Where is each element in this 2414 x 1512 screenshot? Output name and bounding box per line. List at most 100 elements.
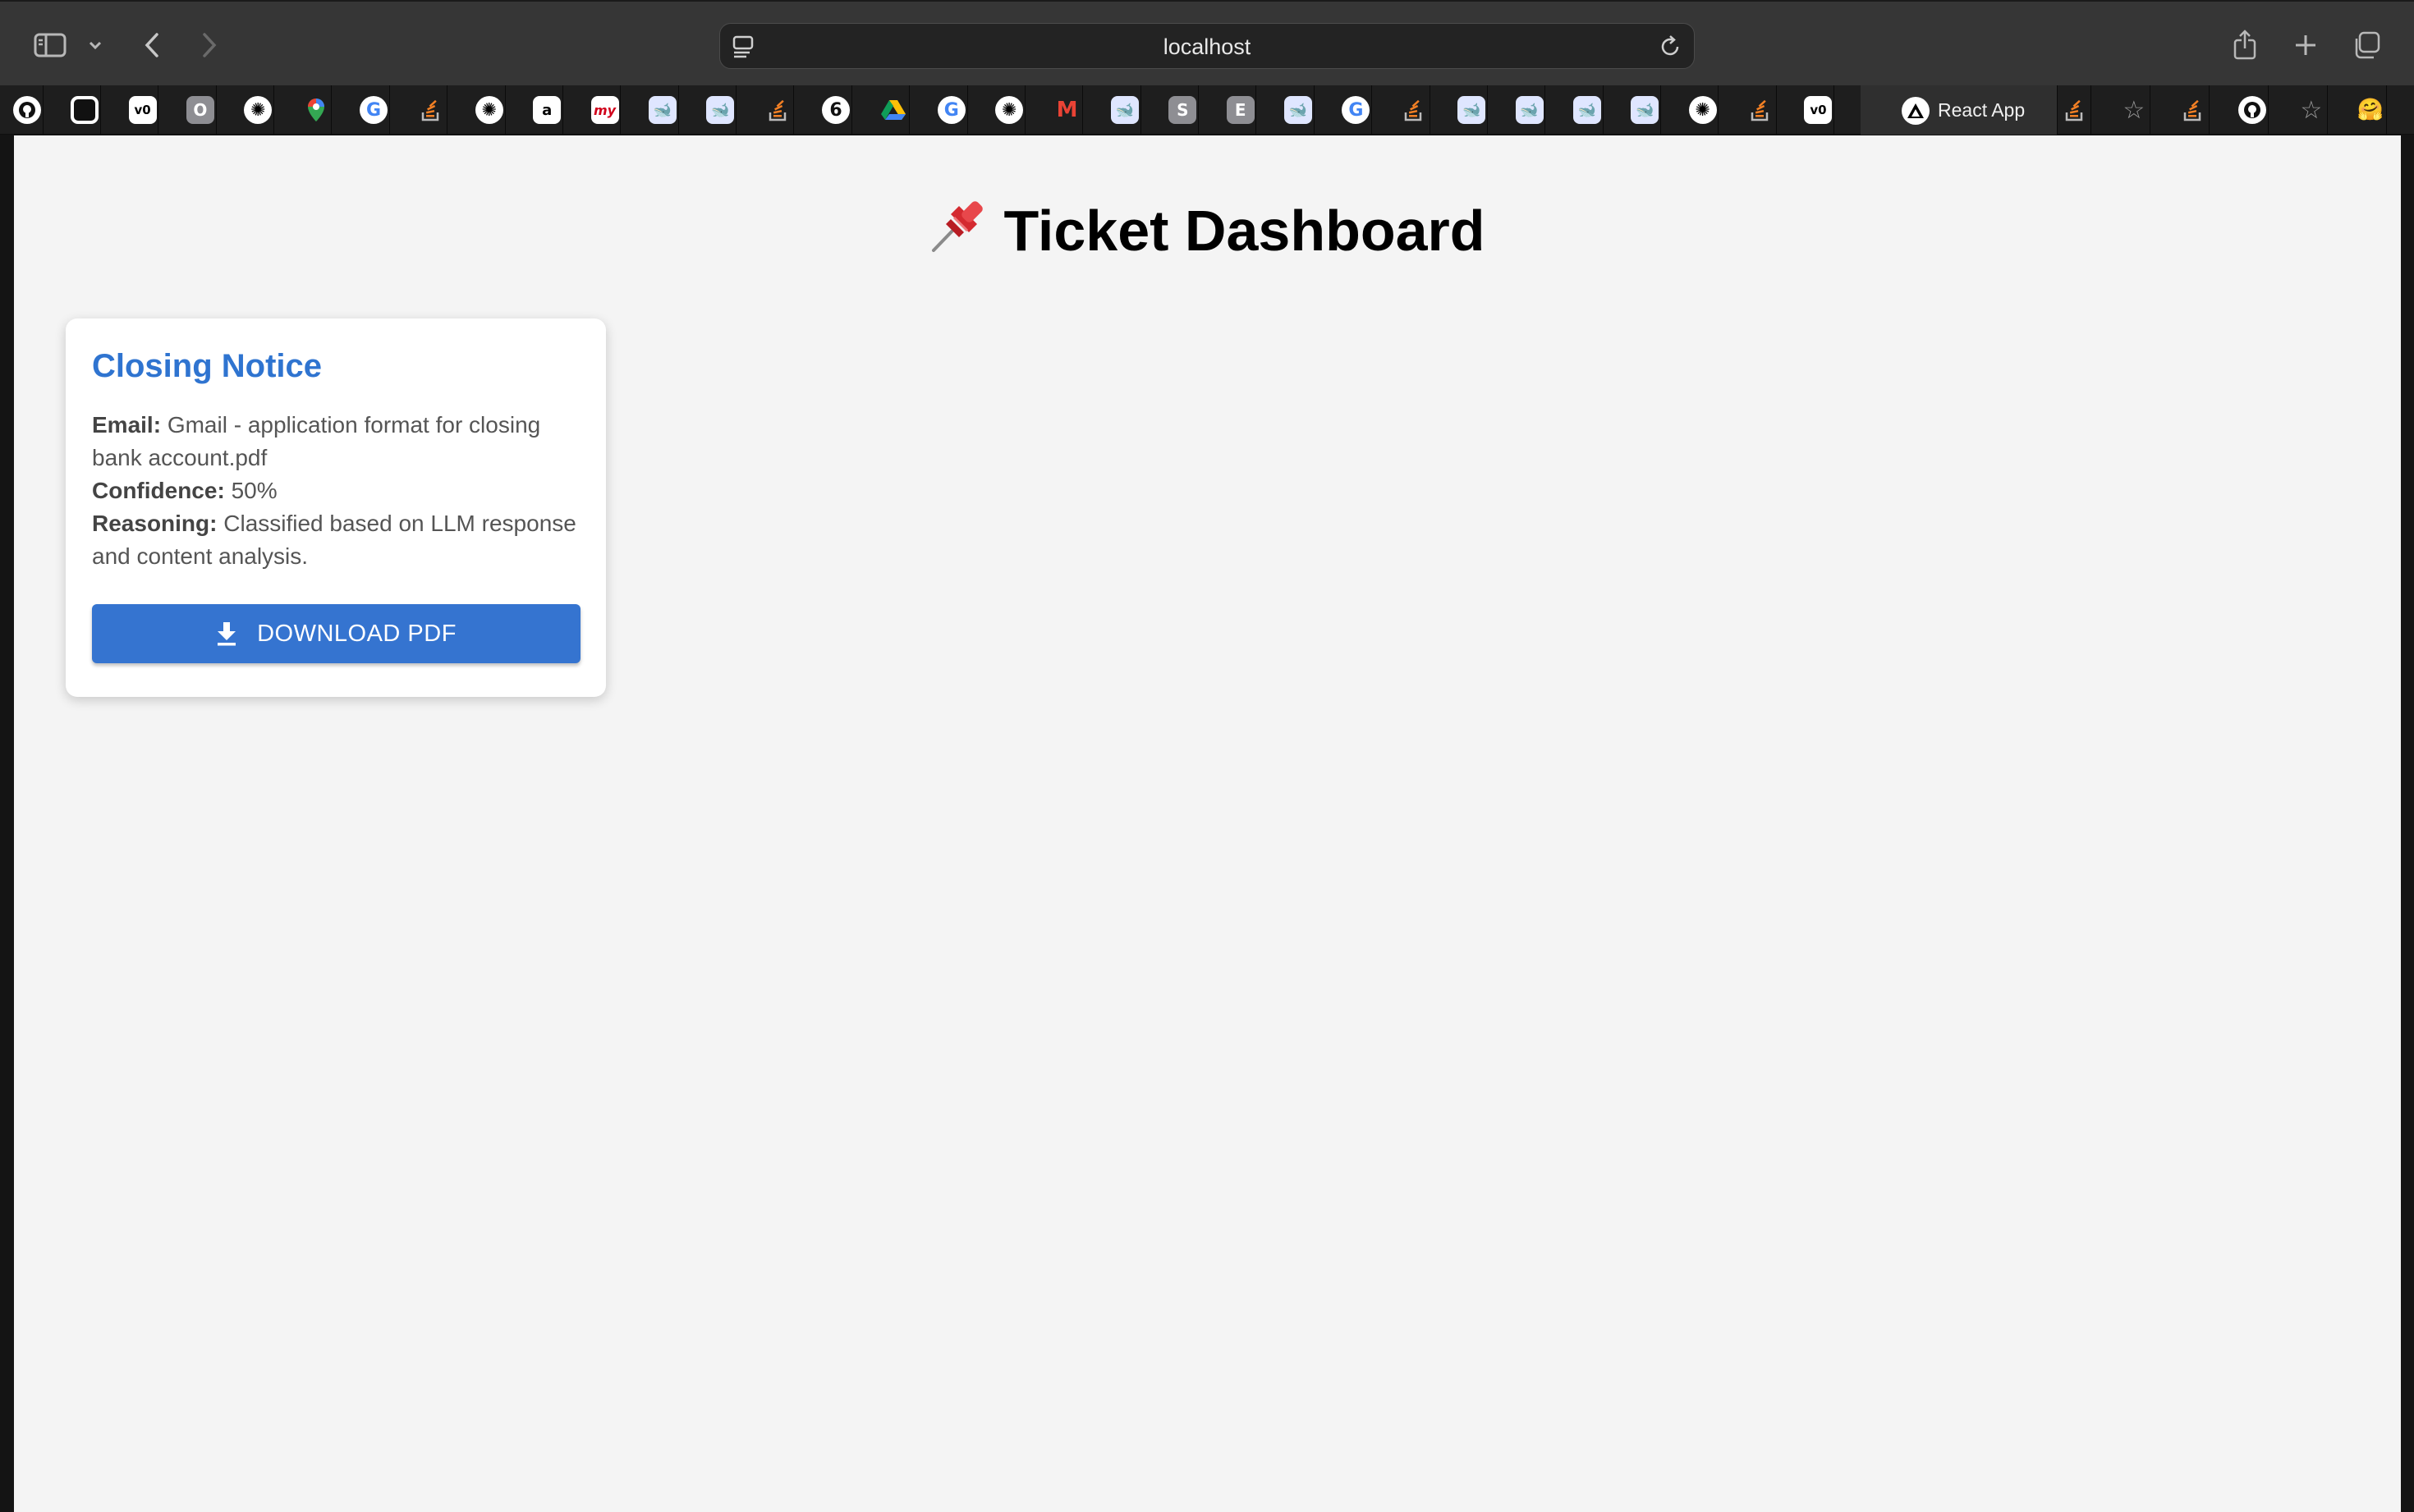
drive-tab[interactable] (879, 85, 911, 135)
star-icon: ☆ (2300, 95, 2323, 125)
google-tab[interactable]: G (1341, 85, 1373, 135)
stackoverflow-icon (764, 96, 792, 124)
deepseek-tab[interactable]: 🐋 (1514, 85, 1546, 135)
stackoverflow-tab[interactable] (2178, 85, 2210, 135)
ticket-confidence-row: Confidence: 50% (92, 474, 585, 507)
deepseek-tab[interactable]: 🐋 (647, 85, 679, 135)
ring-icon (71, 96, 99, 124)
deepseek-icon: 🐋 (648, 96, 677, 124)
react-app-favicon-icon (1902, 97, 1930, 125)
a-tab[interactable]: a (531, 85, 563, 135)
star-icon: ☆ (2123, 95, 2146, 125)
email-label: Email: (92, 412, 162, 438)
my-tab[interactable]: my (590, 85, 622, 135)
star-tab[interactable]: ☆ (2118, 85, 2150, 135)
page-content: Ticket Dashboard Closing Notice Email: G… (14, 135, 2401, 1512)
google-icon: G (1342, 96, 1370, 124)
chatgpt-tab[interactable]: ✺ (243, 85, 275, 135)
reload-icon[interactable] (1659, 34, 1682, 63)
ticket-title: Closing Notice (92, 348, 323, 384)
github-icon (2237, 96, 2266, 124)
o-icon: O (186, 96, 214, 124)
s-tab[interactable]: S (1168, 85, 1200, 135)
my-icon: my (590, 96, 619, 124)
address-bar[interactable]: localhost (719, 23, 1695, 69)
maps-tab[interactable] (301, 85, 333, 135)
stackoverflow-icon (417, 96, 445, 124)
tab-label: React App (1938, 99, 2026, 121)
stackoverflow-tab[interactable] (763, 85, 795, 135)
page-title-text: Ticket Dashboard (1003, 199, 1485, 263)
v0-tab[interactable]: v0 (1803, 85, 1835, 135)
github-tab[interactable] (11, 85, 44, 135)
stackoverflow-icon (1746, 96, 1774, 124)
v0-icon: v0 (128, 96, 157, 124)
six-tab[interactable]: 6 (820, 85, 852, 135)
chatgpt-tab[interactable]: ✺ (474, 85, 506, 135)
six-icon: 6 (822, 96, 851, 124)
ticket-reasoning-row: Reasoning: Classified based on LLM respo… (92, 507, 585, 573)
pushpin-icon (929, 195, 989, 267)
address-text[interactable]: localhost (720, 24, 1694, 70)
confidence-label: Confidence: (92, 478, 225, 503)
deepseek-tab[interactable]: 🐋 (1572, 85, 1604, 135)
google-tab[interactable]: G (358, 85, 390, 135)
forward-icon[interactable] (195, 23, 223, 67)
v0-tab[interactable]: v0 (127, 85, 159, 135)
google-icon: G (937, 96, 966, 124)
deepseek-icon: 🐋 (706, 96, 735, 124)
google-maps-icon (302, 96, 330, 124)
stackoverflow-tab[interactable] (1398, 85, 1430, 135)
deepseek-tab[interactable]: 🐋 (1283, 85, 1315, 135)
deepseek-tab[interactable]: 🐋 (705, 85, 737, 135)
s-icon: S (1168, 96, 1197, 124)
hugging-face-tab[interactable]: 🤗 (2355, 85, 2387, 135)
chatgpt-tab[interactable]: ✺ (1687, 85, 1719, 135)
chatgpt-tab[interactable]: ✺ (994, 85, 1026, 135)
star-tab[interactable]: ☆ (2296, 85, 2328, 135)
deepseek-tab[interactable]: 🐋 (1630, 85, 1662, 135)
back-icon[interactable] (138, 23, 166, 67)
sidebar-toggle-icon[interactable] (31, 23, 69, 67)
chevron-down-icon[interactable] (85, 23, 105, 67)
google-tab[interactable]: G (936, 85, 968, 135)
tab-overview-icon[interactable] (2350, 23, 2383, 67)
gmail-icon: M (1056, 98, 1078, 122)
o-tab[interactable]: O (185, 85, 217, 135)
e-tab[interactable]: E (1225, 85, 1257, 135)
e-icon: E (1226, 96, 1255, 124)
gmail-tab[interactable]: M (1052, 85, 1084, 135)
chatgpt-icon: ✺ (995, 96, 1024, 124)
stackoverflow-icon (2179, 96, 2207, 124)
v0-icon: v0 (1804, 96, 1833, 124)
deepseek-icon: 🐋 (1284, 96, 1313, 124)
browser-toolbar: localhost (0, 0, 2414, 85)
stackoverflow-tab[interactable] (1745, 85, 1777, 135)
stackoverflow-icon (1400, 96, 1428, 124)
download-pdf-button[interactable]: DOWNLOAD PDF (92, 604, 581, 663)
deepseek-icon: 🐋 (1110, 96, 1139, 124)
share-icon[interactable] (2228, 23, 2261, 67)
deepseek-icon: 🐋 (1457, 96, 1486, 124)
chatgpt-icon: ✺ (244, 96, 273, 124)
ticket-card: Closing Notice Email: Gmail - applicatio… (66, 318, 606, 697)
stackoverflow-tab[interactable] (2059, 85, 2091, 135)
tab-react-app[interactable]: React App (1861, 85, 2058, 135)
stackoverflow-tab[interactable] (416, 85, 448, 135)
deepseek-icon: 🐋 (1572, 96, 1601, 124)
reasoning-label: Reasoning: (92, 511, 218, 536)
google-drive-icon (879, 96, 907, 124)
ring-tab[interactable] (69, 85, 101, 135)
ticket-email-row: Email: Gmail - application format for cl… (92, 409, 585, 474)
chatgpt-icon: ✺ (475, 96, 503, 124)
github-tab[interactable] (2237, 85, 2269, 135)
deepseek-icon: 🐋 (1631, 96, 1659, 124)
google-icon: G (360, 96, 388, 124)
deepseek-tab[interactable]: 🐋 (1109, 85, 1141, 135)
chatgpt-icon: ✺ (1688, 96, 1717, 124)
a-icon: a (533, 96, 562, 124)
new-tab-icon[interactable] (2289, 23, 2322, 67)
hugging-face-icon: 🤗 (2357, 98, 2384, 122)
stackoverflow-icon (2061, 96, 2089, 124)
deepseek-tab[interactable]: 🐋 (1456, 85, 1488, 135)
